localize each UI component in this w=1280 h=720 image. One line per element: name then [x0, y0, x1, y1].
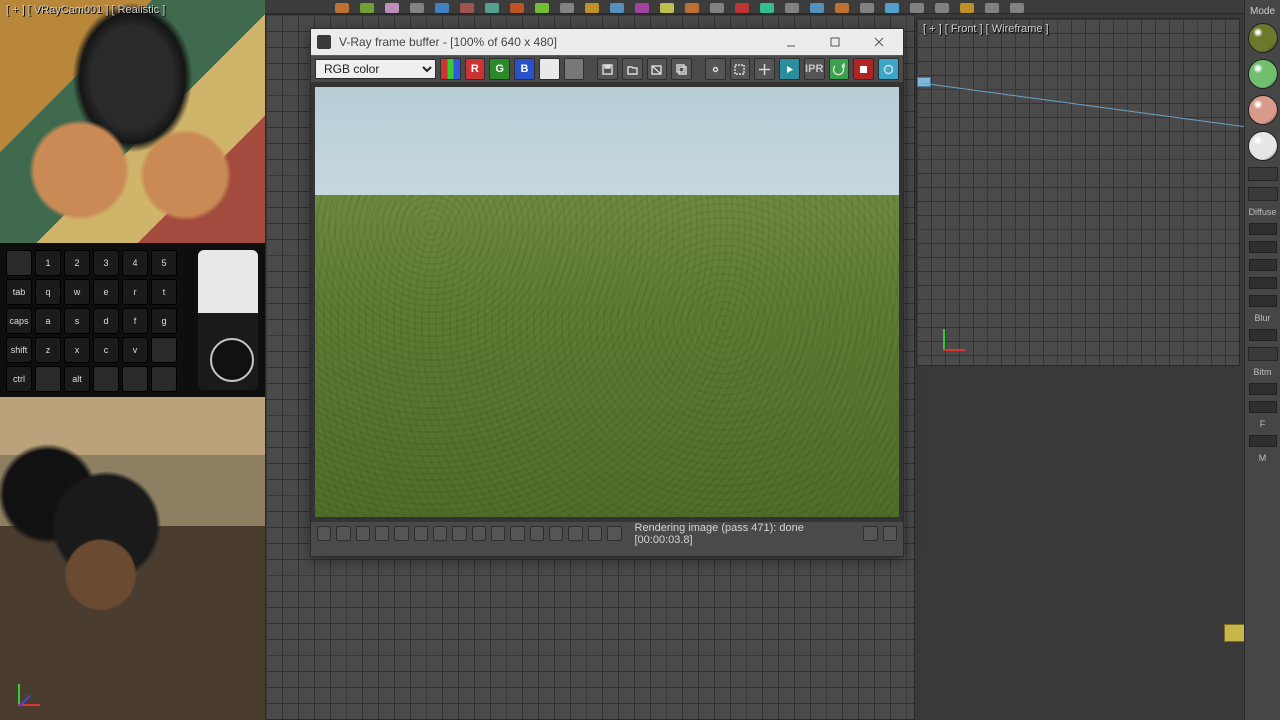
mono-channel-button[interactable]: [564, 58, 585, 80]
duplicate-button[interactable]: [671, 58, 692, 80]
load-image-button[interactable]: [622, 58, 643, 80]
param-label: M: [1259, 453, 1267, 463]
stop-render-button[interactable]: [853, 58, 874, 80]
param-spinner[interactable]: [1249, 277, 1277, 289]
param-spinner[interactable]: [1249, 223, 1277, 235]
track-mouse-button[interactable]: [705, 58, 726, 80]
maximize-button[interactable]: [817, 29, 853, 55]
history-next-button[interactable]: [336, 526, 350, 541]
vfb-toolbar: RGB color R G B IPR: [311, 55, 903, 83]
save-image-button[interactable]: [597, 58, 618, 80]
viewport-camera[interactable]: [ + ] [ VRayCam001 ] [ Realistic ]: [0, 0, 324, 350]
vfb-title-text: V-Ray frame buffer - [100% of 640 x 480]: [339, 35, 557, 49]
param-label: Diffuse: [1249, 207, 1277, 217]
param-spinner[interactable]: [1249, 259, 1277, 271]
show-ipr-button[interactable]: IPR: [804, 58, 825, 80]
green-channel-button[interactable]: G: [489, 58, 510, 80]
param-spinner[interactable]: [1249, 435, 1277, 447]
channel-select[interactable]: RGB color: [315, 59, 436, 79]
curves-button[interactable]: [433, 526, 447, 541]
param-spinner[interactable]: [1249, 241, 1277, 253]
vfb-history-toggle[interactable]: [863, 526, 877, 541]
minimize-button[interactable]: [773, 29, 809, 55]
vfb-app-icon: [317, 35, 331, 49]
material-editor-panel: Mode Diffuse Blur Bitm F M: [1244, 0, 1280, 720]
material-editor-title: Mode: [1250, 6, 1275, 17]
compare-button[interactable]: [607, 526, 621, 541]
link-vfb-button[interactable]: [754, 58, 775, 80]
material-preview-sphere[interactable]: [1248, 59, 1278, 89]
vfb-titlebar[interactable]: V-Ray frame buffer - [100% of 640 x 480]: [311, 29, 903, 55]
param-label: Bitm: [1254, 367, 1272, 377]
clear-image-button[interactable]: [647, 58, 668, 80]
param-spinner[interactable]: [1249, 329, 1277, 341]
material-preview-sphere[interactable]: [1248, 23, 1278, 53]
vfb-status-text: Rendering image (pass 471): done [00:00:…: [635, 522, 854, 546]
param-label: Blur: [1254, 313, 1270, 323]
render-output: [315, 87, 899, 517]
icc-button[interactable]: [530, 526, 544, 541]
material-tool-button[interactable]: [1248, 347, 1278, 361]
color-corrections-button[interactable]: [356, 526, 370, 541]
red-channel-button[interactable]: R: [465, 58, 486, 80]
vfb-render-area[interactable]: [311, 83, 903, 521]
param-spinner[interactable]: [1249, 383, 1277, 395]
ocio-button[interactable]: [510, 526, 524, 541]
vray-frame-buffer-window[interactable]: V-Ray frame buffer - [100% of 640 x 480]…: [310, 28, 904, 557]
material-tool-button[interactable]: [1248, 187, 1278, 201]
material-tool-button[interactable]: [1248, 167, 1278, 181]
axis-gizmo: [18, 682, 42, 706]
vfb-statusbar: Rendering image (pass 471): done [00:00:…: [311, 521, 903, 545]
render-last-button[interactable]: [779, 58, 800, 80]
vfb-settings-button[interactable]: [878, 58, 899, 80]
material-preview-sphere[interactable]: [1248, 131, 1278, 161]
vfb-cc-panel-toggle[interactable]: [883, 526, 897, 541]
param-label: F: [1260, 419, 1266, 429]
close-button[interactable]: [861, 29, 897, 55]
exposure-button[interactable]: [375, 526, 389, 541]
region-render-button[interactable]: [730, 58, 751, 80]
param-spinner[interactable]: [1249, 401, 1277, 413]
hue-sat-button[interactable]: [414, 526, 428, 541]
white-balance-button[interactable]: [394, 526, 408, 541]
material-preview-sphere[interactable]: [1248, 95, 1278, 125]
blue-channel-button[interactable]: B: [514, 58, 535, 80]
pixel-info-button[interactable]: [588, 526, 602, 541]
param-spinner[interactable]: [1249, 295, 1277, 307]
start-ipr-button[interactable]: [829, 58, 850, 80]
lut-button[interactable]: [491, 526, 505, 541]
alpha-channel-button[interactable]: [539, 58, 560, 80]
levels-button[interactable]: [452, 526, 466, 541]
history-prev-button[interactable]: [317, 526, 331, 541]
rgb-channels-button[interactable]: [440, 58, 461, 80]
bg-image-button[interactable]: [472, 526, 486, 541]
stamp-button[interactable]: [568, 526, 582, 541]
srgb-button[interactable]: [549, 526, 563, 541]
